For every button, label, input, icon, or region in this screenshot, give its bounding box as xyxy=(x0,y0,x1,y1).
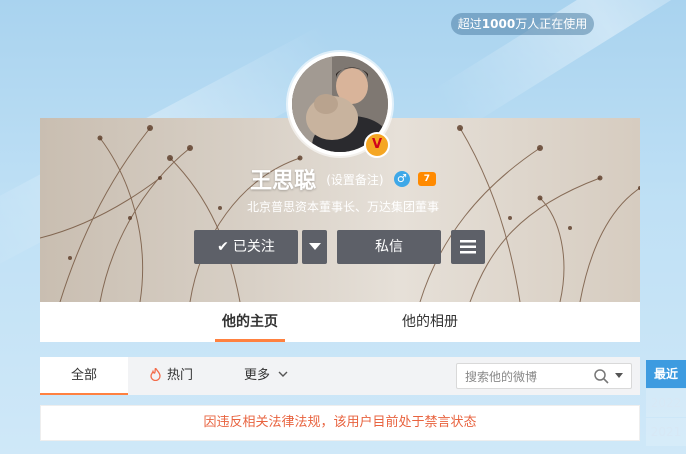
message-button[interactable]: 私信 xyxy=(337,230,441,264)
active-tab-underline xyxy=(215,339,285,342)
filter-all[interactable]: 全部 xyxy=(40,357,128,395)
timeline-item-recent[interactable]: 最近 xyxy=(646,360,686,388)
followed-label: 已关注 xyxy=(232,239,275,255)
profile-description: 北京普思资本董事长、万达集团董事 xyxy=(246,200,439,214)
tab-album[interactable]: 他的相册 xyxy=(390,302,470,342)
ban-notice: 因违反相关法律法规，该用户目前处于禁言状态 xyxy=(40,405,640,441)
timeline-item-2021[interactable]: 2021 xyxy=(646,418,686,446)
timeline-item-2022[interactable]: 2022 xyxy=(646,389,686,417)
follow-dropdown-button[interactable] xyxy=(302,230,327,264)
profile-tabs: 他的主页 他的相册 xyxy=(40,302,640,342)
verified-icon: V xyxy=(364,132,390,158)
search-input[interactable] xyxy=(463,367,593,387)
check-icon: ✔ xyxy=(217,239,229,255)
male-gender-icon: ♂ xyxy=(393,171,410,187)
vip-level-icon[interactable]: 7 xyxy=(417,172,436,186)
filter-hot[interactable]: 热门 xyxy=(150,357,193,395)
filter-more[interactable]: 更多 xyxy=(244,357,288,395)
chevron-down-icon xyxy=(278,371,288,377)
feed-filter-bar: 全部 热门 更多 xyxy=(40,357,640,395)
triangle-down-icon xyxy=(308,243,321,250)
active-filter-underline xyxy=(40,393,128,395)
tab-home[interactable]: 他的主页 xyxy=(215,302,285,342)
flame-icon xyxy=(150,366,161,382)
search-box[interactable] xyxy=(456,363,632,389)
set-remark-link[interactable]: (设置备注) xyxy=(326,173,383,187)
search-icon[interactable] xyxy=(593,368,609,384)
profile-name: 王思聪 xyxy=(250,169,317,194)
search-dropdown-icon[interactable] xyxy=(615,373,623,378)
timeline-nav: 最近 2022 2021 xyxy=(646,360,686,446)
user-count-badge: 超过1000万人正在使用 xyxy=(451,13,594,35)
hamburger-icon xyxy=(460,240,476,254)
followed-button[interactable]: ✔ 已关注 xyxy=(194,230,298,264)
more-menu-button[interactable] xyxy=(451,230,485,264)
profile-name-row: 王思聪 (设置备注) ♂ 7 xyxy=(0,163,686,195)
